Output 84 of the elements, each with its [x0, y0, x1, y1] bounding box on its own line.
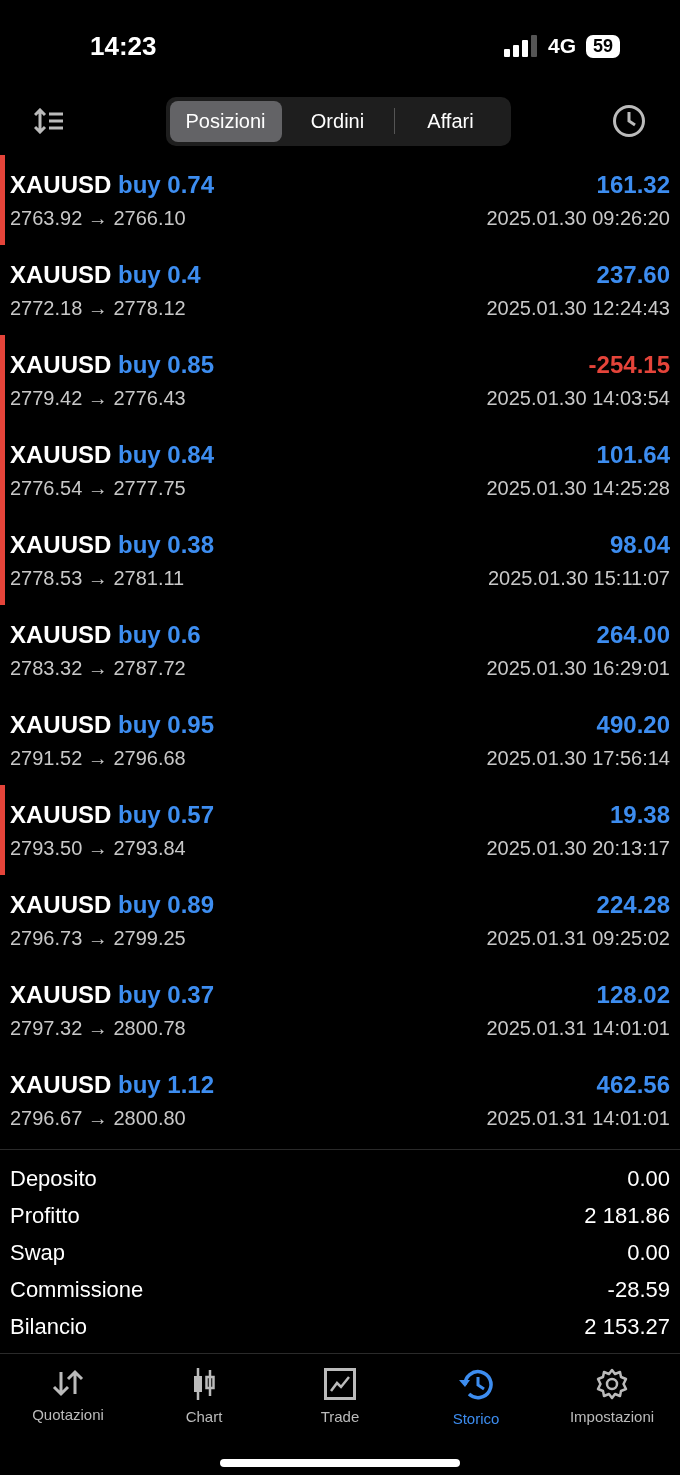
deal-row[interactable]: XAUUSD buy 0.37 128.02 2797.32 → 2800.78 2025.01.31 14:01:01	[0, 965, 680, 1055]
deal-time: 2025.01.30 09:26:20	[486, 206, 670, 230]
summary-value: -28.59	[607, 1276, 670, 1303]
deal-time: 2025.01.30 15:11:07	[487, 566, 670, 590]
deal-prices: 2763.92 → 2766.10	[10, 206, 186, 230]
deal-prices: 2791.52 → 2796.68	[10, 746, 186, 770]
deal-profit: 19.38	[609, 800, 670, 829]
deal-prices: 2796.67 → 2800.80	[10, 1106, 186, 1130]
deal-title: XAUUSD buy 0.85	[10, 350, 215, 379]
deal-row[interactable]: XAUUSD buy 1.12 462.56 2796.67 → 2800.80 2025.01.31 14:01:01	[0, 1055, 680, 1145]
deal-title: XAUUSD buy 1.12	[10, 1070, 215, 1099]
nav-tab[interactable]: Trade	[272, 1368, 408, 1427]
deal-title: XAUUSD buy 0.4	[10, 260, 201, 289]
candlestick-icon	[191, 1368, 217, 1400]
battery-indicator: 59	[585, 34, 620, 58]
deal-prices: 2796.73 → 2799.25	[10, 926, 186, 950]
deal-profit: 462.56	[596, 1070, 670, 1099]
deal-prices: 2793.50 → 2793.84	[10, 836, 186, 860]
deal-profit: 128.02	[596, 980, 670, 1009]
deal-title: XAUUSD buy 0.57	[10, 800, 215, 829]
deal-row[interactable]: XAUUSD buy 0.57 19.38 2793.50 → 2793.84 2025.01.30 20:13:17	[0, 785, 680, 875]
deal-time: 2025.01.31 09:25:02	[486, 926, 670, 950]
deal-time: 2025.01.30 14:03:54	[486, 386, 670, 410]
summary-value: 0.00	[627, 1165, 670, 1192]
deal-prices: 2778.53 → 2781.11	[10, 566, 185, 590]
deal-prices: 2779.42 → 2776.43	[10, 386, 186, 410]
deal-row[interactable]: XAUUSD buy 0.38 98.04 2778.53 → 2781.11 2025.01.30 15:11:07	[0, 515, 680, 605]
status-time: 14:23	[90, 30, 157, 62]
summary-value: 2 181.86	[584, 1202, 670, 1229]
summary-label: Commissione	[10, 1276, 144, 1303]
deal-row[interactable]: XAUUSD buy 0.85 -254.15 2779.42 → 2776.43 2025.01.30 14:03:54	[0, 335, 680, 425]
summary-label: Profitto	[10, 1202, 80, 1229]
deal-title: XAUUSD buy 0.74	[10, 170, 215, 199]
nav-tab[interactable]: Storico	[408, 1368, 544, 1427]
deal-time: 2025.01.30 20:13:17	[486, 836, 670, 860]
deal-profit: 101.64	[596, 440, 670, 469]
deal-time: 2025.01.30 14:25:28	[486, 476, 670, 500]
deal-row[interactable]: XAUUSD buy 0.4 237.60 2772.18 → 2778.12 2025.01.30 12:24:43	[0, 245, 680, 335]
summary-label: Bilancio	[10, 1313, 88, 1340]
deal-profit: 264.00	[596, 620, 670, 649]
deal-prices: 2772.18 → 2778.12	[10, 296, 186, 320]
network-label: 4G	[547, 34, 576, 58]
deal-profit: 161.32	[596, 170, 670, 199]
deal-profit: 98.04	[609, 530, 670, 559]
deal-row[interactable]: XAUUSD buy 0.84 101.64 2776.54 → 2777.75 2025.01.30 14:25:28	[0, 425, 680, 515]
deal-profit: 224.28	[596, 890, 670, 919]
summary-value: 0.00	[627, 1239, 670, 1266]
deal-time: 2025.01.30 17:56:14	[486, 746, 670, 770]
arrows-icon	[51, 1368, 85, 1398]
sort-icon[interactable]	[34, 108, 64, 134]
history-icon	[458, 1368, 494, 1402]
deal-time: 2025.01.30 12:24:43	[486, 296, 670, 320]
deal-prices: 2797.32 → 2800.78	[10, 1016, 186, 1040]
deal-prices: 2783.32 → 2787.72	[10, 656, 186, 680]
settings-icon	[596, 1368, 628, 1400]
summary-value: 2 153.27	[584, 1313, 670, 1340]
summary-label: Swap	[10, 1239, 66, 1266]
deal-title: XAUUSD buy 0.6	[10, 620, 201, 649]
tab[interactable]: Ordini	[281, 100, 394, 142]
signal-icon	[503, 35, 538, 57]
deal-profit: -254.15	[588, 350, 670, 379]
summary-label: Deposito	[10, 1165, 97, 1192]
deal-time: 2025.01.31 14:01:01	[486, 1106, 670, 1130]
deal-time: 2025.01.30 16:29:01	[486, 656, 670, 680]
nav-tab[interactable]: Quotazioni	[0, 1368, 136, 1427]
deal-prices: 2776.54 → 2777.75	[10, 476, 186, 500]
deal-time: 2025.01.31 14:01:01	[486, 1016, 670, 1040]
deal-profit: 490.20	[596, 710, 670, 739]
deal-title: XAUUSD buy 0.37	[10, 980, 215, 1009]
line-chart-icon	[324, 1368, 356, 1400]
deal-title: XAUUSD buy 0.95	[10, 710, 215, 739]
deal-title: XAUUSD buy 0.38	[10, 530, 215, 559]
deal-row[interactable]: XAUUSD buy 0.74 161.32 2763.92 → 2766.10 2025.01.30 09:26:20	[0, 155, 680, 245]
nav-tab[interactable]: Impostazioni	[544, 1368, 680, 1427]
deal-row[interactable]: XAUUSD buy 0.89 224.28 2796.73 → 2799.25 2025.01.31 09:25:02	[0, 875, 680, 965]
deal-profit: 237.60	[596, 260, 670, 289]
deal-row[interactable]: XAUUSD buy 0.95 490.20 2791.52 → 2796.68 2025.01.30 17:56:14	[0, 695, 680, 785]
tab[interactable]: Affari	[394, 100, 507, 142]
clock-icon[interactable]	[612, 104, 646, 138]
nav-tab[interactable]: Chart	[136, 1368, 272, 1427]
tab[interactable]: Posizioni	[169, 100, 282, 142]
deal-row[interactable]: XAUUSD buy 0.6 264.00 2783.32 → 2787.72 2025.01.30 16:29:01	[0, 605, 680, 695]
deal-title: XAUUSD buy 0.84	[10, 440, 215, 469]
deal-title: XAUUSD buy 0.89	[10, 890, 215, 919]
